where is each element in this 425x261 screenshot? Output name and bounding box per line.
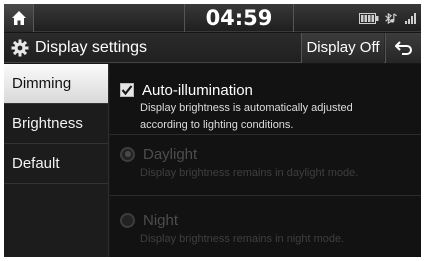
status-bar: 04:59 [4,4,421,32]
auto-illumination-description: Display brightness is automatically adju… [140,100,353,134]
night-label: Night [143,211,179,229]
daylight-description: Display brightness remains in daylight m… [140,167,359,179]
back-arrow-icon [394,41,412,55]
display-off-button[interactable]: Display Off [301,33,384,63]
auto-illumination-option[interactable]: Auto-illumination Display brightness is … [110,80,421,132]
divider [110,195,421,196]
night-option[interactable]: Night Display brightness remains in nigh… [110,210,421,250]
display-settings-screen: 04:59 Display settings Display Off Dimmi… [4,4,421,257]
bluetooth-audio-icon [385,12,397,24]
sidebar-item-default[interactable]: Default [4,144,108,184]
auto-illumination-checkbox[interactable] [120,83,134,97]
description-line: Display brightness is automatically adju… [140,102,353,114]
back-button[interactable] [385,33,421,63]
daylight-radio[interactable] [120,146,135,162]
status-icons [359,4,417,32]
sidebar-item-dimming[interactable]: Dimming [4,64,108,104]
daylight-label: Daylight [143,145,198,163]
auto-illumination-label: Auto-illumination [142,81,253,99]
daylight-option[interactable]: Daylight Display brightness remains in d… [110,144,421,184]
header-bar: Display settings Display Off [4,33,421,63]
night-radio[interactable] [120,212,135,228]
page-title: Display settings [35,39,148,56]
radio-selected-dot [124,151,131,157]
dimming-options-panel: Auto-illumination Display brightness is … [110,64,421,257]
night-description: Display brightness remains in night mode… [140,233,345,245]
divider [110,134,421,135]
checkmark-icon [121,85,133,96]
clock: 04:59 [184,4,294,32]
signal-icon [405,12,416,24]
battery-icon [359,12,379,24]
home-button[interactable] [4,4,34,32]
home-icon [11,11,26,25]
description-line: according to lighting conditions. [140,119,294,131]
gear-icon [11,39,29,57]
settings-sidebar: Dimming Brightness Default [4,64,109,257]
sidebar-item-brightness[interactable]: Brightness [4,104,108,144]
